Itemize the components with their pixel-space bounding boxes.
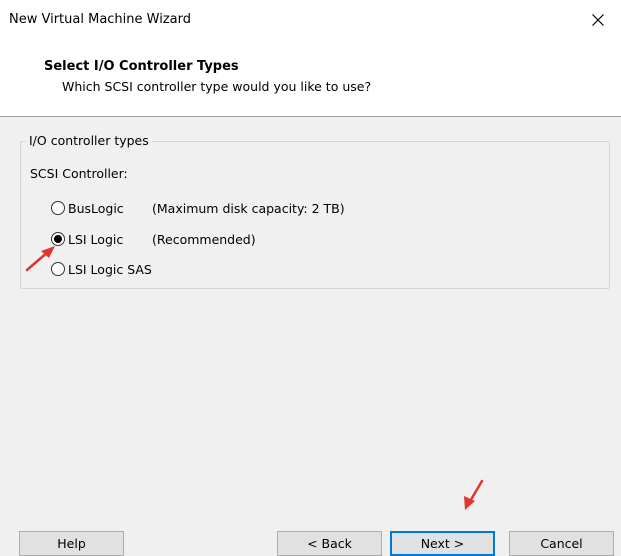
radio-label-buslogic: BusLogic [68, 200, 124, 216]
radio-lsi-logic[interactable]: LSI Logic [51, 229, 123, 249]
lsi-logic-note: (Recommended) [152, 232, 256, 247]
radio-buslogic[interactable]: BusLogic [51, 198, 124, 218]
close-icon [592, 14, 604, 26]
help-button[interactable]: Help [19, 531, 124, 556]
io-controller-group: I/O controller types SCSI Controller: Bu… [20, 133, 610, 289]
back-button[interactable]: < Back [277, 531, 382, 556]
radio-lsi-logic-sas[interactable]: LSI Logic SAS [51, 259, 152, 279]
title-bar: New Virtual Machine Wizard [0, 0, 621, 40]
window-title: New Virtual Machine Wizard [9, 12, 191, 27]
wizard-header: Select I/O Controller Types Which SCSI c… [0, 40, 621, 117]
wizard-body: I/O controller types SCSI Controller: Bu… [0, 117, 621, 556]
radio-label-lsi-logic-sas: LSI Logic SAS [68, 261, 152, 277]
buslogic-note: (Maximum disk capacity: 2 TB) [152, 201, 345, 216]
radio-button-checked-icon[interactable] [51, 232, 65, 246]
annotation-arrow-icon [25, 246, 55, 272]
radio-button-icon[interactable] [51, 201, 65, 215]
radio-label-lsi-logic: LSI Logic [68, 231, 124, 247]
group-legend: I/O controller types [26, 133, 152, 148]
scsi-controller-label: SCSI Controller: [30, 166, 128, 181]
cancel-button[interactable]: Cancel [509, 531, 614, 556]
page-title: Select I/O Controller Types [44, 59, 239, 74]
close-button[interactable] [575, 0, 621, 40]
annotation-arrow-icon [464, 479, 484, 510]
next-button[interactable]: Next > [390, 531, 495, 556]
page-subtitle: Which SCSI controller type would you lik… [62, 79, 372, 94]
